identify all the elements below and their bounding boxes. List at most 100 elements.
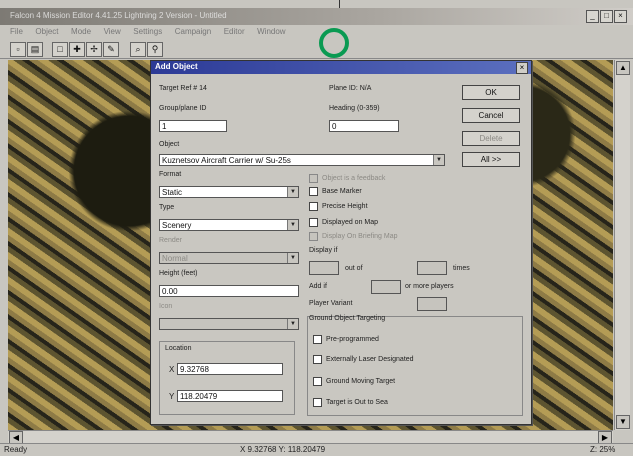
displayed-on-map-checkbox-label: Displayed on Map xyxy=(322,219,379,226)
search-icon[interactable]: ⌕ xyxy=(130,42,146,57)
heading-label: Heading (0-359) xyxy=(329,105,380,112)
window-title: Falcon 4 Mission Editor 4.41.25 Lightnin… xyxy=(10,11,227,20)
times-label: times xyxy=(453,265,470,272)
y-label: Y xyxy=(169,392,175,401)
object-select-value: Kuznetsov Aircraft Carrier w/ Su-25s xyxy=(162,156,291,165)
icon-select[interactable]: ▼ xyxy=(159,318,299,330)
scroll-up-icon[interactable]: ▲ xyxy=(616,61,630,75)
location-group xyxy=(159,341,295,415)
displayed-on-map-checkbox[interactable]: Displayed on Map xyxy=(309,218,378,227)
icon-label: Icon xyxy=(159,303,173,310)
new-icon[interactable]: ▫ xyxy=(10,42,26,57)
precise-height-checkbox[interactable]: Precise Height xyxy=(309,202,368,211)
ground-moving-checkbox-label: Ground Moving Target xyxy=(326,378,396,385)
location-x-input[interactable]: 9.32768 xyxy=(177,363,283,375)
type-select[interactable]: Scenery ▼ xyxy=(159,219,299,231)
menu-file[interactable]: File xyxy=(10,25,23,39)
display-if-label: Display if xyxy=(309,247,338,254)
open-icon[interactable]: ▤ xyxy=(27,42,43,57)
add-if-label: Add if xyxy=(309,283,327,290)
menu-settings[interactable]: Settings xyxy=(133,25,162,39)
title-bar: Falcon 4 Mission Editor 4.41.25 Lightnin… xyxy=(0,8,633,25)
menu-editor[interactable]: Editor xyxy=(224,25,245,39)
menu-object[interactable]: Object xyxy=(35,25,58,39)
plane-id-label: Plane ID: N/A xyxy=(329,85,372,92)
status-zoom: Z: 25% xyxy=(590,445,616,454)
display-on-briefing-checkbox[interactable]: Display On Briefing Map xyxy=(309,232,397,241)
out-of-label: out of xyxy=(345,265,363,272)
render-select[interactable]: Normal ▼ xyxy=(159,252,299,264)
object-label: Object xyxy=(159,141,180,148)
group-id-input[interactable]: 1 xyxy=(159,120,227,132)
feedback-checkbox-label: Object is a feedback xyxy=(322,175,386,182)
status-coordinates: X 9.32768 Y: 118.20479 xyxy=(240,445,326,454)
vertical-scrollbar[interactable]: ▲ ▼ xyxy=(614,60,630,430)
heading-input[interactable]: 0 xyxy=(329,120,399,132)
format-select[interactable]: Static ▼ xyxy=(159,186,299,198)
object-select[interactable]: Kuznetsov Aircraft Carrier w/ Su-25s ▼ xyxy=(159,154,445,166)
precise-height-checkbox-label: Precise Height xyxy=(322,203,368,210)
select-icon[interactable]: □ xyxy=(52,42,68,57)
menu-bar: File Object Mode View Settings Campaign … xyxy=(0,25,633,39)
all-button[interactable]: All >> xyxy=(462,152,520,167)
or-more-players-label: or more players xyxy=(405,283,454,290)
edit-icon[interactable]: ✎ xyxy=(103,42,119,57)
x-label: X xyxy=(169,365,175,374)
preprogrammed-checkbox-label: Pre-programmed xyxy=(326,336,379,343)
out-to-sea-checkbox[interactable]: Target is Out to Sea xyxy=(313,398,388,407)
player-variant-input[interactable] xyxy=(417,297,447,311)
player-variant-label: Player Variant xyxy=(309,300,353,307)
feedback-checkbox[interactable]: Object is a feedback xyxy=(309,174,385,183)
menu-view[interactable]: View xyxy=(104,25,121,39)
display-if-total-input[interactable] xyxy=(417,261,447,275)
move-icon[interactable]: ✢ xyxy=(86,42,102,57)
menu-campaign[interactable]: Campaign xyxy=(175,25,211,39)
menu-mode[interactable]: Mode xyxy=(71,25,91,39)
ok-button[interactable]: OK xyxy=(462,85,520,100)
out-to-sea-checkbox-label: Target is Out to Sea xyxy=(326,399,388,406)
toolbar: ▫ ▤ □ ✚ ✢ ✎ ⌕ ⚲ xyxy=(0,40,633,59)
base-marker-checkbox-label: Base Marker xyxy=(322,188,362,195)
scroll-down-icon[interactable]: ▼ xyxy=(616,415,630,429)
chevron-down-icon[interactable]: ▼ xyxy=(433,155,444,165)
cancel-button[interactable]: Cancel xyxy=(462,108,520,123)
preprogrammed-checkbox[interactable]: Pre-programmed xyxy=(313,335,379,344)
main-window: Falcon 4 Mission Editor 4.41.25 Lightnin… xyxy=(0,0,633,456)
laser-designated-checkbox[interactable]: Externally Laser Designated xyxy=(313,355,414,364)
display-on-briefing-checkbox-label: Display On Briefing Map xyxy=(322,233,398,240)
add-if-players-input[interactable] xyxy=(371,280,401,294)
ground-targeting-label: Ground Object Targeting xyxy=(309,315,386,322)
delete-button[interactable]: Delete xyxy=(462,131,520,146)
height-input[interactable]: 0.00 xyxy=(159,285,299,297)
dialog-title: Add Object xyxy=(155,62,198,71)
dialog-close-button[interactable]: × xyxy=(516,62,528,74)
chevron-down-icon[interactable]: ▼ xyxy=(287,187,298,197)
horizontal-scrollbar[interactable]: ◀ ▶ xyxy=(8,430,613,444)
ground-moving-checkbox[interactable]: Ground Moving Target xyxy=(313,377,395,386)
render-select-value: Normal xyxy=(162,254,188,263)
display-if-count-input[interactable] xyxy=(309,261,339,275)
maximize-button[interactable]: □ xyxy=(600,10,613,23)
close-window-button[interactable]: × xyxy=(614,10,627,23)
status-text: Ready xyxy=(4,445,28,454)
minimize-button[interactable]: _ xyxy=(586,10,599,23)
type-label: Type xyxy=(159,204,175,211)
dialog-title-bar: Add Object × xyxy=(151,61,531,74)
base-marker-checkbox[interactable]: Base Marker xyxy=(309,187,362,196)
location-y-input[interactable]: 118.20479 xyxy=(177,390,283,402)
format-label: Format xyxy=(159,171,182,178)
chevron-down-icon[interactable]: ▼ xyxy=(287,319,298,329)
type-select-value: Scenery xyxy=(162,221,192,230)
add-object-icon[interactable]: ✚ xyxy=(69,42,85,57)
chevron-down-icon[interactable]: ▼ xyxy=(287,253,298,263)
height-label: Height (feet) xyxy=(159,270,198,277)
menu-window[interactable]: Window xyxy=(257,25,285,39)
target-ref-label: Target Ref # 14 xyxy=(159,85,207,92)
zoom-icon[interactable]: ⚲ xyxy=(147,42,163,57)
chevron-down-icon[interactable]: ▼ xyxy=(287,220,298,230)
laser-designated-checkbox-label: Externally Laser Designated xyxy=(326,356,414,363)
location-label: Location xyxy=(165,345,192,352)
add-object-dialog: Add Object × Target Ref # 14 Plane ID: N… xyxy=(150,60,532,425)
format-select-value: Static xyxy=(162,188,183,197)
group-id-label: Group/plane ID xyxy=(159,105,207,112)
